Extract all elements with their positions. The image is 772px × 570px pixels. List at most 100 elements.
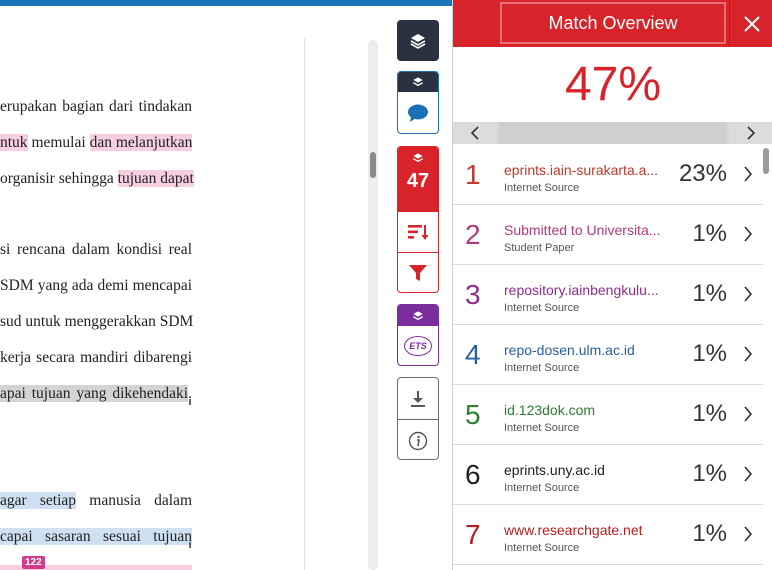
chevron-right-icon[interactable]	[743, 526, 753, 542]
document-scroll-thumb[interactable]	[370, 152, 376, 178]
speech-bubble-icon	[408, 104, 428, 122]
chevron-right-icon	[747, 126, 756, 140]
source-type: Internet Source	[504, 182, 580, 194]
document-scrollbar[interactable]	[368, 40, 378, 570]
navigation-track	[499, 122, 727, 144]
layers-icon	[410, 33, 426, 49]
match-source-row[interactable]: 5 id.123dok.com Internet Source 1%	[453, 385, 763, 445]
highlight-marker	[189, 542, 191, 548]
doc-line: agar setiap manusia dalam	[0, 492, 193, 509]
comments-group	[397, 71, 439, 134]
source-navigation	[453, 122, 772, 144]
overall-similarity-percent: 47%	[564, 58, 662, 111]
source-percent: 1%	[692, 460, 727, 487]
layers-icon	[413, 310, 423, 320]
match-source-row[interactable]: 6 eprints.uny.ac.id Internet Source 1%	[453, 445, 763, 505]
match-overview-panel: Match Overview 47% 1 eprints.iain-surakar…	[452, 0, 772, 570]
source-rank: 6	[465, 459, 481, 490]
source-rank: 3	[465, 279, 481, 310]
source-name-link[interactable]: www.researchgate.net	[504, 522, 664, 538]
source-percent: 1%	[692, 220, 727, 247]
match-number-badge[interactable]: 122	[22, 556, 45, 569]
ets-logo-icon: ETS	[404, 336, 432, 356]
source-rank: 7	[465, 519, 481, 550]
chevron-right-icon[interactable]	[743, 166, 753, 182]
layers-icon	[413, 77, 423, 87]
source-name-link[interactable]: repository.iainbengkulu...	[504, 282, 664, 298]
download-icon	[411, 390, 425, 407]
utility-group	[397, 377, 439, 460]
source-type: Student Paper	[504, 242, 575, 254]
highlight-marker	[189, 399, 191, 405]
match-highlight[interactable]: dan melanjutkan	[89, 134, 193, 151]
match-source-row[interactable]: 2 Submitted to Universita... Student Paper…	[453, 205, 763, 265]
doc-line: kerja secara mandiri dibarengi	[0, 349, 192, 366]
source-rank: 1	[465, 159, 481, 190]
source-name-link[interactable]: id.123dok.com	[504, 402, 664, 418]
layers-icon	[413, 153, 423, 163]
document-viewer[interactable]: erupakan bagian dari tindakan ntuk memul…	[0, 6, 305, 570]
ets-layer-toggle[interactable]	[398, 305, 438, 326]
match-highlight[interactable]: capai sasaran sesuai tujuan	[0, 528, 192, 545]
match-source-row[interactable]: 3 repository.iainbengkulu... Internet Sour…	[453, 265, 763, 325]
info-icon	[408, 431, 428, 450]
chevron-right-icon[interactable]	[743, 406, 753, 422]
chevron-left-icon	[470, 126, 479, 140]
download-button[interactable]	[398, 378, 438, 419]
doc-line: organisir sehingga tujuan dapat	[0, 170, 194, 187]
source-name-link[interactable]: Submitted to Universita...	[504, 222, 664, 238]
source-type: Internet Source	[504, 482, 580, 494]
chevron-right-icon[interactable]	[743, 286, 753, 302]
source-type: Internet Source	[504, 362, 580, 374]
comments-layer-toggle[interactable]	[398, 72, 438, 92]
source-rank: 5	[465, 399, 481, 430]
doc-line: SDM yang ada demi mencapai	[0, 277, 192, 294]
match-source-row[interactable]: 7 www.researchgate.net Internet Source 1%	[453, 505, 763, 565]
source-list-scrollbar[interactable]	[763, 148, 769, 174]
layers-button[interactable]	[397, 20, 439, 61]
match-highlight[interactable]: tujuan dapat	[117, 170, 194, 187]
match-count: 47	[406, 170, 430, 192]
match-source-row[interactable]: 1 eprints.iain-surakarta.a... Internet Sou…	[453, 145, 763, 205]
source-name-link[interactable]: eprints.uny.ac.id	[504, 462, 664, 478]
source-name-link[interactable]: eprints.iain-surakarta.a...	[504, 162, 664, 178]
doc-line: sud untuk menggerakkan SDM	[0, 313, 194, 330]
match-highlight[interactable]: apai tujuan yang dikehendaki	[0, 385, 189, 402]
doc-line: erupakan bagian dari tindakan	[0, 98, 192, 115]
source-name-link[interactable]: repo-dosen.ulm.ac.id	[504, 342, 664, 358]
match-overview-button[interactable]: 47	[398, 147, 438, 211]
close-panel-button[interactable]	[729, 0, 772, 47]
panel-header: Match Overview	[453, 0, 772, 47]
all-sources-button[interactable]	[398, 211, 438, 252]
match-highlight[interactable]: agar setiap	[0, 492, 77, 509]
source-percent: 1%	[692, 340, 727, 367]
source-percent: 1%	[692, 400, 727, 427]
similarity-group: 47	[397, 146, 439, 293]
chevron-right-icon[interactable]	[743, 346, 753, 362]
chevron-right-icon[interactable]	[743, 226, 753, 242]
filter-button[interactable]	[398, 252, 438, 292]
page-divider	[304, 38, 305, 570]
filter-icon	[409, 265, 427, 281]
chevron-right-icon[interactable]	[743, 466, 753, 482]
source-type: Internet Source	[504, 302, 580, 314]
match-highlight[interactable]: ntuk	[0, 134, 28, 151]
panel-title: Match Overview	[500, 2, 726, 44]
sort-list-icon	[408, 225, 429, 240]
close-icon	[743, 15, 760, 32]
source-rank: 4	[465, 339, 481, 370]
next-source-button[interactable]	[729, 122, 772, 144]
source-type: Internet Source	[504, 422, 580, 434]
match-source-row[interactable]: 4 repo-dosen.ulm.ac.id Internet Source 1%	[453, 325, 763, 385]
info-button[interactable]	[398, 419, 438, 459]
ets-group: ETS	[397, 304, 439, 366]
doc-line: ntuk memulai dan melanjutkan	[0, 134, 193, 151]
source-type: Internet Source	[504, 542, 580, 554]
doc-line: apai tujuan yang dikehendaki.	[0, 385, 192, 402]
previous-source-button[interactable]	[453, 122, 497, 144]
source-percent: 23%	[678, 160, 727, 187]
doc-line: capai sasaran sesuai tujuan	[0, 527, 192, 547]
comments-button[interactable]	[398, 92, 438, 133]
ets-etrater-button[interactable]: ETS	[398, 326, 438, 365]
doc-line: si rencana dalam kondisi real	[0, 241, 192, 258]
